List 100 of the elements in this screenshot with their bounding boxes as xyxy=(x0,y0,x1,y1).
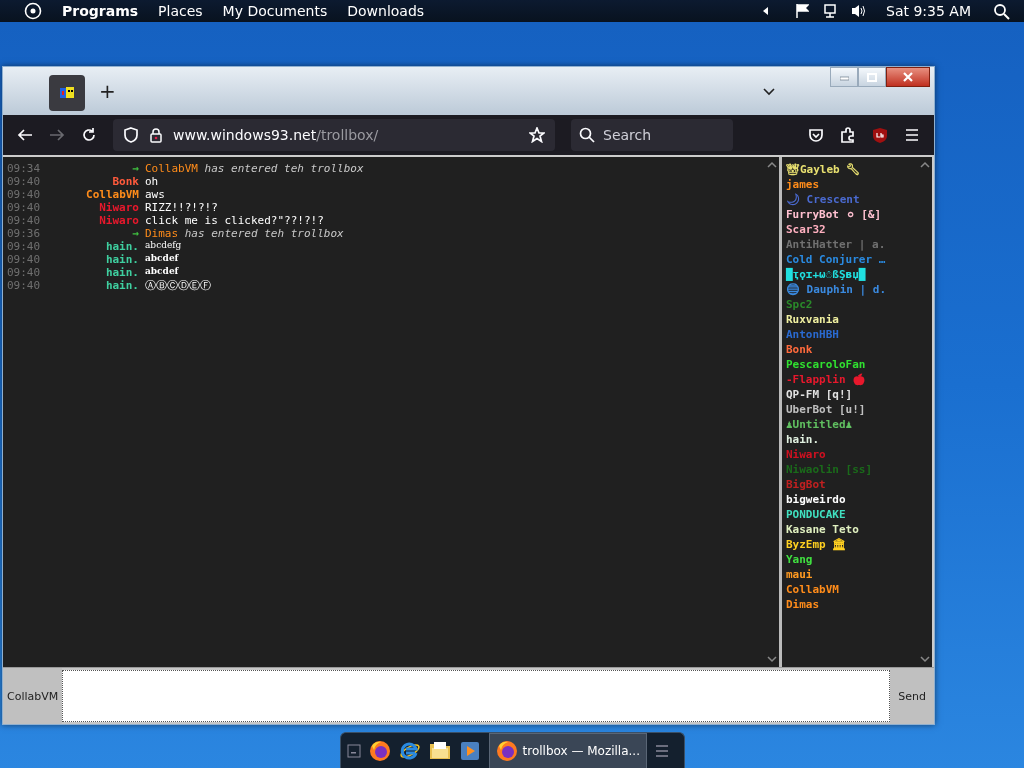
search-field[interactable]: Search xyxy=(571,119,733,151)
menu-item[interactable]: Programs xyxy=(62,3,139,19)
nickname[interactable]: hain. xyxy=(47,266,139,279)
timestamp: 09:40 xyxy=(7,175,41,188)
user-name[interactable]: Yang xyxy=(786,552,813,567)
message-text: oh xyxy=(145,175,160,188)
user-name[interactable]: █ҭϙɪ+ω☃ßŞʙџ█ xyxy=(786,267,866,282)
message-text: ⒶⒷⒸⒹⒺⒻ xyxy=(145,279,212,292)
close-button[interactable] xyxy=(886,67,930,87)
join-arrow: → xyxy=(131,162,139,175)
nickname[interactable]: Dimas xyxy=(145,227,179,240)
user-name[interactable]: Scar32 xyxy=(786,222,826,237)
scroll-up-icon[interactable] xyxy=(920,161,930,169)
new-tab-button[interactable]: + xyxy=(99,79,116,103)
user-name[interactable]: CollabVM xyxy=(786,582,839,597)
menu-item[interactable]: Downloads xyxy=(347,3,425,19)
network-icon[interactable] xyxy=(823,3,838,19)
timestamp: 09:36 xyxy=(7,227,41,240)
menu-icon[interactable] xyxy=(904,127,920,143)
timestamp: 09:40 xyxy=(7,279,41,292)
nickname[interactable]: Niwaro xyxy=(47,201,139,214)
send-button[interactable]: Send xyxy=(890,668,934,724)
menu-item[interactable]: My Documents xyxy=(222,3,328,19)
timestamp: 09:40 xyxy=(7,188,41,201)
star-icon[interactable] xyxy=(529,127,545,143)
search-icon xyxy=(579,127,595,143)
timestamp: 09:40 xyxy=(7,214,41,227)
message-text: abcdefg xyxy=(145,240,183,252)
message-text: click me is clicked?"??!?!? xyxy=(145,214,325,227)
message-text: abcdef xyxy=(145,253,180,265)
nickname[interactable]: hain. xyxy=(47,240,139,253)
shield-badge-icon[interactable] xyxy=(872,126,888,144)
lock-icon[interactable] xyxy=(149,127,163,143)
left-arrow-icon[interactable] xyxy=(761,6,770,16)
reload-icon[interactable] xyxy=(81,127,97,143)
minimize-icon xyxy=(839,73,849,81)
user-name[interactable]: Bonk xyxy=(786,342,813,357)
taskbar-task[interactable]: trollbox — Mozilla... xyxy=(488,732,647,768)
nickname[interactable]: Bonk xyxy=(47,175,139,188)
user-name[interactable]: ♟Untitled♟ xyxy=(786,417,853,432)
scroll-down-icon[interactable] xyxy=(920,655,930,663)
folder-icon[interactable] xyxy=(428,739,451,762)
user-name[interactable]: hain. xyxy=(786,432,820,447)
user-name[interactable]: maui xyxy=(786,567,813,582)
user-name[interactable]: Spc2 xyxy=(786,297,813,312)
maximize-icon xyxy=(867,72,877,82)
user-name[interactable]: bigweirdo xyxy=(786,492,846,507)
scroll-up-icon[interactable] xyxy=(767,161,777,169)
timestamp: 09:40 xyxy=(7,201,41,214)
user-name[interactable]: 👑Gayleb 🔧 xyxy=(786,162,861,177)
user-name[interactable]: Dimas xyxy=(786,597,820,612)
firefox-icon[interactable] xyxy=(368,739,391,762)
nickname[interactable]: hain. xyxy=(47,253,139,266)
system-message: has entered teh trollbox xyxy=(204,162,364,175)
internet-explorer-icon[interactable] xyxy=(398,739,421,762)
forward-arrow-icon[interactable] xyxy=(49,127,65,143)
chevron-down-icon[interactable] xyxy=(762,85,776,97)
user-name[interactable]: UberBot [u!] xyxy=(786,402,866,417)
firefox-icon xyxy=(495,739,518,762)
message-text: RIZZ!!?!?!? xyxy=(145,201,219,214)
user-name[interactable]: QP-FM [q!] xyxy=(786,387,853,402)
nickname[interactable]: Niwaro xyxy=(47,214,139,227)
user-name[interactable]: -Flapplin 🍎 xyxy=(786,372,867,387)
timestamp: 09:40 xyxy=(7,240,41,253)
nickname-button[interactable]: CollabVM xyxy=(3,668,63,724)
nickname[interactable]: CollabVM xyxy=(145,162,198,175)
close-icon xyxy=(903,72,913,82)
user-name[interactable]: ByzEmp 🏛 xyxy=(786,537,847,552)
speaker-icon[interactable] xyxy=(851,3,867,19)
message-field[interactable] xyxy=(62,670,891,722)
clock[interactable]: Sat 9:35 AM xyxy=(886,3,971,19)
address-bar[interactable]: www.windows93.net/trollbox/ xyxy=(113,119,555,151)
user-name[interactable]: FurryBot ⚪ [&] xyxy=(786,207,882,222)
scroll-down-icon[interactable] xyxy=(767,655,777,663)
user-name[interactable]: Kasane Teto xyxy=(786,522,859,537)
pocket-icon[interactable] xyxy=(808,127,824,143)
message-text: abcdef xyxy=(145,266,180,278)
user-name[interactable]: PONDUCAKE xyxy=(786,507,846,522)
nickname[interactable]: CollabVM xyxy=(47,188,139,201)
user-name[interactable]: james xyxy=(786,177,820,192)
timestamp: 09:34 xyxy=(7,162,41,175)
menu-item[interactable]: Places xyxy=(158,3,203,19)
puzzle-icon[interactable] xyxy=(840,127,856,143)
menu-circle-icon[interactable] xyxy=(24,2,42,20)
user-name[interactable]: Cold Conjurer … xyxy=(786,252,886,267)
user-name[interactable]: PescaroloFan xyxy=(786,357,866,372)
shield-icon[interactable] xyxy=(123,127,139,143)
message-text: aws xyxy=(145,188,166,201)
search-icon[interactable] xyxy=(993,2,1010,20)
timestamp: 09:40 xyxy=(7,266,41,279)
show-desktop-icon[interactable] xyxy=(346,743,361,758)
flag-icon[interactable] xyxy=(795,3,810,19)
user-name[interactable]: Ruxvania xyxy=(786,312,839,327)
back-arrow-icon[interactable] xyxy=(17,127,33,143)
system-message: has entered teh trollbox xyxy=(184,227,344,240)
user-name[interactable]: 🔵 Dauphin | d. xyxy=(786,282,887,297)
browser-tab[interactable] xyxy=(49,75,85,111)
nickname[interactable]: hain. xyxy=(47,279,139,292)
site-favicon-icon xyxy=(59,85,75,101)
media-player-icon[interactable] xyxy=(458,739,481,762)
